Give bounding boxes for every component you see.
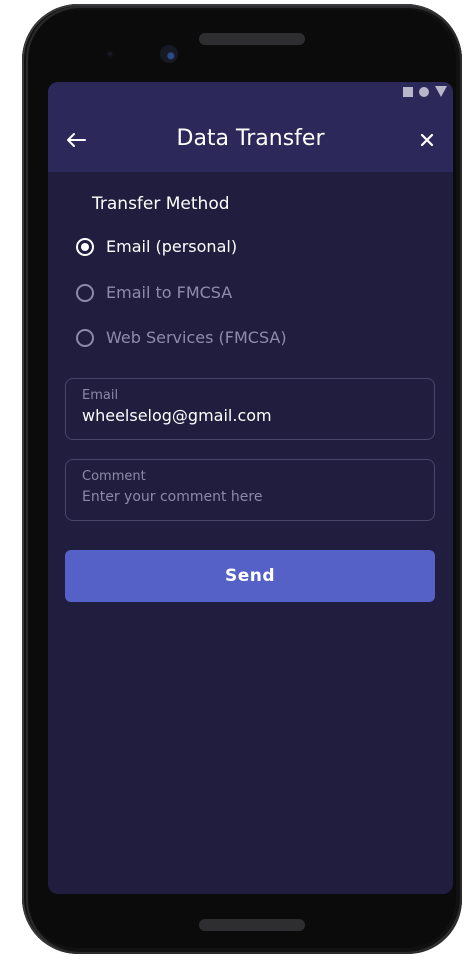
comment-field[interactable]: Comment Enter your comment here [65,459,435,521]
radio-label: Email (personal) [106,237,238,256]
transfer-method-heading: Transfer Method [92,194,230,214]
radio-button-checked[interactable] [76,237,94,256]
comment-field-label: Comment [82,469,146,484]
app-bar: Data Transfer [48,108,453,172]
radio-button[interactable] [76,283,94,302]
bottom-speaker [199,919,305,931]
proximity-sensor [106,50,114,58]
back-button[interactable] [60,124,92,156]
email-input[interactable]: wheelselog@gmail.com [82,405,418,427]
earpiece-speaker [199,33,305,45]
triangle-down-icon [435,86,447,97]
app-screen: Data Transfer Transfer Method Email (per… [48,82,453,894]
close-icon [420,133,434,147]
square-icon [403,86,413,97]
page-title: Data Transfer [176,126,325,151]
email-field[interactable]: Email wheelselog@gmail.com [65,378,435,440]
front-camera [160,45,178,63]
status-bar [48,82,453,108]
email-field-label: Email [82,388,119,403]
radio-label: Email to FMCSA [106,283,233,302]
arrow-left-icon [67,133,86,147]
close-button[interactable] [411,124,443,156]
send-button[interactable]: Send [65,550,435,602]
radio-option-web-services[interactable]: Web Services (FMCSA) [76,328,287,347]
radio-option-email-personal[interactable]: Email (personal) [76,237,237,256]
radio-option-email-fmcsa[interactable]: Email to FMCSA [76,283,232,302]
radio-button[interactable] [76,328,94,347]
status-icons [403,86,447,97]
circle-icon [419,86,429,97]
radio-label: Web Services (FMCSA) [106,328,287,347]
comment-input[interactable]: Enter your comment here [82,486,418,508]
